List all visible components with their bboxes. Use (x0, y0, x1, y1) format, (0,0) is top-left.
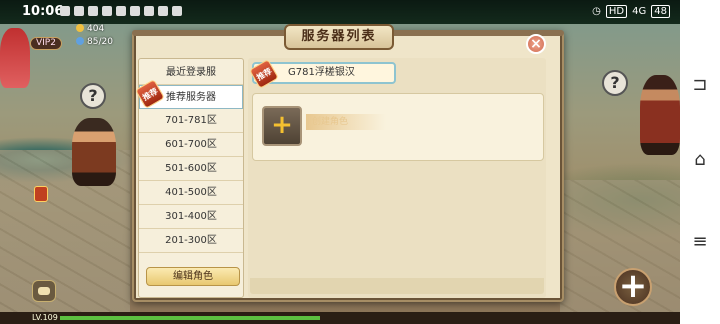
system-nav-bar: ⊐ ⌂ ≡ (680, 0, 720, 324)
level-label: LV.109 (32, 313, 58, 322)
chat-button[interactable] (32, 280, 56, 302)
vip-badge[interactable]: VIP2 (30, 37, 62, 50)
energy-stat: 85/20 (76, 37, 113, 47)
back-icon[interactable]: ⊐ (691, 76, 709, 94)
alarm-icon: ◷ (592, 6, 601, 17)
system-indicators: ◷ HD 4G 48 (592, 5, 670, 18)
signal-indicator: 4G (632, 6, 647, 17)
event-icon[interactable] (34, 186, 48, 202)
server-group-701-781[interactable]: 701-781区 (139, 109, 243, 133)
battery-indicator: 48 (651, 5, 670, 18)
menu-icon[interactable]: ≡ (691, 233, 709, 251)
npc-character-right[interactable] (640, 75, 680, 155)
hd-indicator: HD (605, 5, 628, 18)
dialog-title: 服务器列表 (284, 24, 394, 50)
server-group-401-500[interactable]: 401-500区 (139, 181, 243, 205)
currency-stat: 404 (76, 24, 104, 34)
server-group-501-600[interactable]: 501-600区 (139, 157, 243, 181)
notification-icons (60, 6, 182, 16)
create-role-plus-icon[interactable]: + (262, 106, 302, 146)
create-role-label[interactable]: 创建角色 (306, 114, 386, 130)
clock: 10:06 (22, 4, 64, 19)
status-bar: 10:06 ◷ HD 4G 48 (0, 0, 720, 24)
expand-menu-button[interactable]: + (614, 268, 652, 306)
home-icon[interactable]: ⌂ (691, 151, 709, 169)
close-button[interactable]: × (526, 34, 546, 54)
energy-icon (76, 37, 84, 45)
panel-footer (250, 278, 544, 294)
edit-role-button[interactable]: 编辑角色 (146, 267, 240, 286)
help-bubble-icon-right[interactable]: ? (602, 70, 628, 96)
server-group-601-700[interactable]: 601-700区 (139, 133, 243, 157)
help-bubble-icon[interactable]: ? (80, 83, 106, 109)
server-group-301-400[interactable]: 301-400区 (139, 205, 243, 229)
player-avatar[interactable] (0, 28, 30, 88)
npc-character-left[interactable] (72, 118, 116, 186)
exp-bar-fill (60, 316, 320, 320)
coin-icon (76, 24, 84, 32)
server-group-201-300[interactable]: 201-300区 (139, 229, 243, 253)
